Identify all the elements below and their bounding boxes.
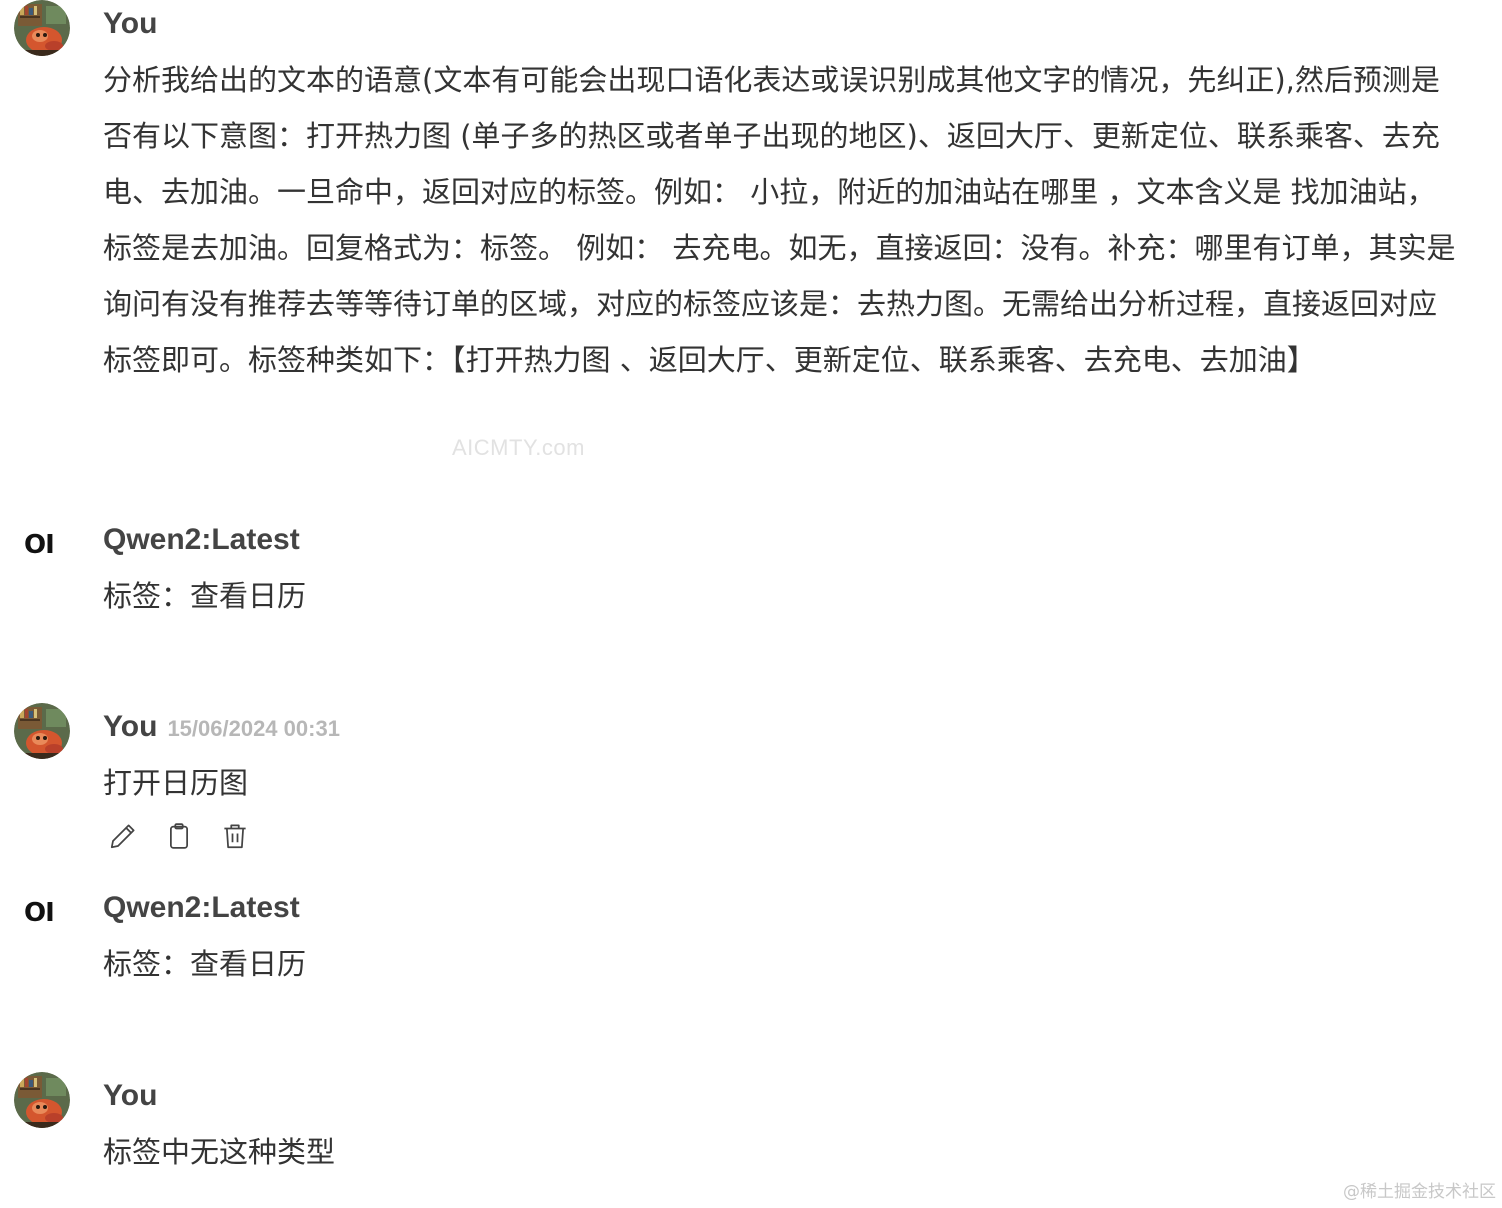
delete-button[interactable] <box>220 821 250 851</box>
message-text: 标签中无这种类型 <box>103 1135 336 1169</box>
edit-button[interactable] <box>108 821 138 851</box>
message-header: Qwen2:Latest <box>103 522 300 558</box>
message-timestamp: 15/06/2024 00:31 <box>167 716 340 741</box>
message-header: You <box>103 6 167 42</box>
clipboard-icon <box>170 823 188 849</box>
sender-name: Qwen2:Latest <box>103 891 300 924</box>
sender-name: You <box>103 1079 158 1112</box>
message-text: 分析我给出的文本的语意(文本有可能会出现口语化表达或误识别成其他文字的情况，先纠… <box>103 63 1456 377</box>
center-watermark: AICMTY.com <box>452 435 585 460</box>
message-actions <box>108 821 250 851</box>
message-header: Qwen2:Latest <box>103 890 300 926</box>
sender-name: You <box>103 710 158 743</box>
sender-name: Qwen2:Latest <box>103 523 300 556</box>
message-header: You 15/06/2024 00:31 <box>103 709 340 745</box>
message-text: 标签：查看日历 <box>103 947 307 981</box>
pencil-icon <box>110 824 135 849</box>
model-logo-icon: OI <box>24 898 55 928</box>
model-logo-icon: OI <box>24 530 55 560</box>
user-avatar <box>14 1072 70 1128</box>
user-avatar <box>14 0 70 56</box>
message-text: 打开日历图 <box>103 766 249 800</box>
sender-name: You <box>103 7 158 40</box>
corner-watermark: @稀土掘金技术社区 <box>1343 1182 1496 1202</box>
message-header: You <box>103 1078 167 1114</box>
user-avatar <box>14 703 70 759</box>
trash-icon <box>224 824 246 849</box>
message-text: 标签：查看日历 <box>103 579 307 613</box>
copy-button[interactable] <box>164 821 194 851</box>
